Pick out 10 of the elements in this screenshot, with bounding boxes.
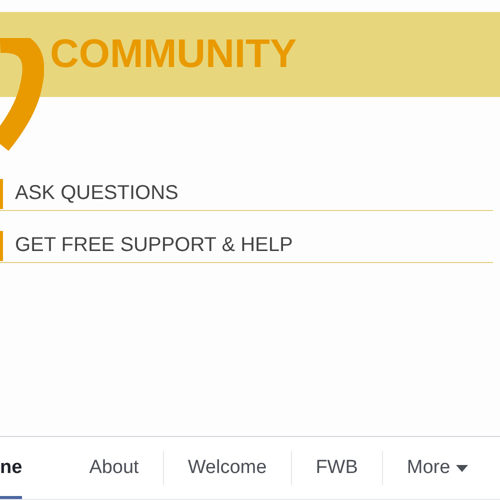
tab[interactable]: Welcome [164,437,291,499]
link-row[interactable]: ASK QUESTIONS [0,177,493,211]
link-row[interactable]: GET FREE SUPPORT & HELP [0,229,493,263]
tab[interactable]: About [65,437,163,499]
tab[interactable]: ne [0,437,22,499]
caret-icon [456,464,468,472]
tab[interactable]: More [382,437,492,499]
question-mark-icon [0,38,44,153]
tab[interactable]: FWB [292,437,382,499]
banner-title: COMMUNITY [50,32,297,77]
